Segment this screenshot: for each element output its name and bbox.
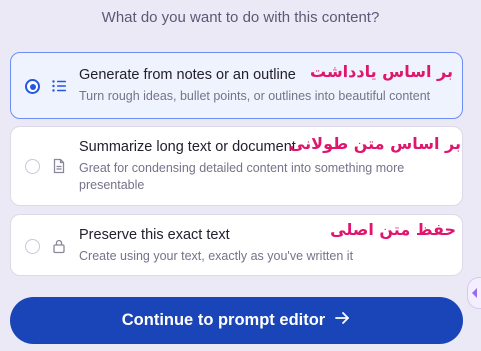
document-icon: [51, 158, 67, 174]
annotation-long-text: بر اساس متن طولانی: [288, 134, 461, 153]
radio-button[interactable]: [25, 239, 40, 254]
continue-button-label: Continue to prompt editor: [121, 311, 326, 329]
option-title: Generate from notes or an outline: [79, 67, 296, 83]
continue-button[interactable]: Continue to prompt editor: [10, 297, 463, 344]
option-description: Create using your text, exactly as you'v…: [79, 249, 354, 263]
option-title: Preserve this exact text: [79, 227, 230, 243]
radio-button-selected[interactable]: [25, 79, 40, 94]
list-icon: [51, 78, 67, 94]
option-title: Summarize long text or document: [79, 139, 296, 155]
page-question: What do you want to do with this content…: [101, 9, 380, 26]
arrow-right-icon: [333, 309, 351, 332]
option-description: Turn rough ideas, bullet points, or outl…: [79, 89, 431, 103]
option-description: Great for condensing detailed content in…: [79, 161, 405, 192]
radio-button[interactable]: [25, 159, 40, 174]
side-panel-toggle[interactable]: [467, 277, 481, 309]
annotation-preserve: حفظ متن اصلی: [330, 220, 456, 239]
annotation-notes: بر اساس یادداشت: [310, 62, 453, 81]
chevron-left-icon: [472, 288, 477, 298]
lock-icon: [51, 238, 67, 254]
